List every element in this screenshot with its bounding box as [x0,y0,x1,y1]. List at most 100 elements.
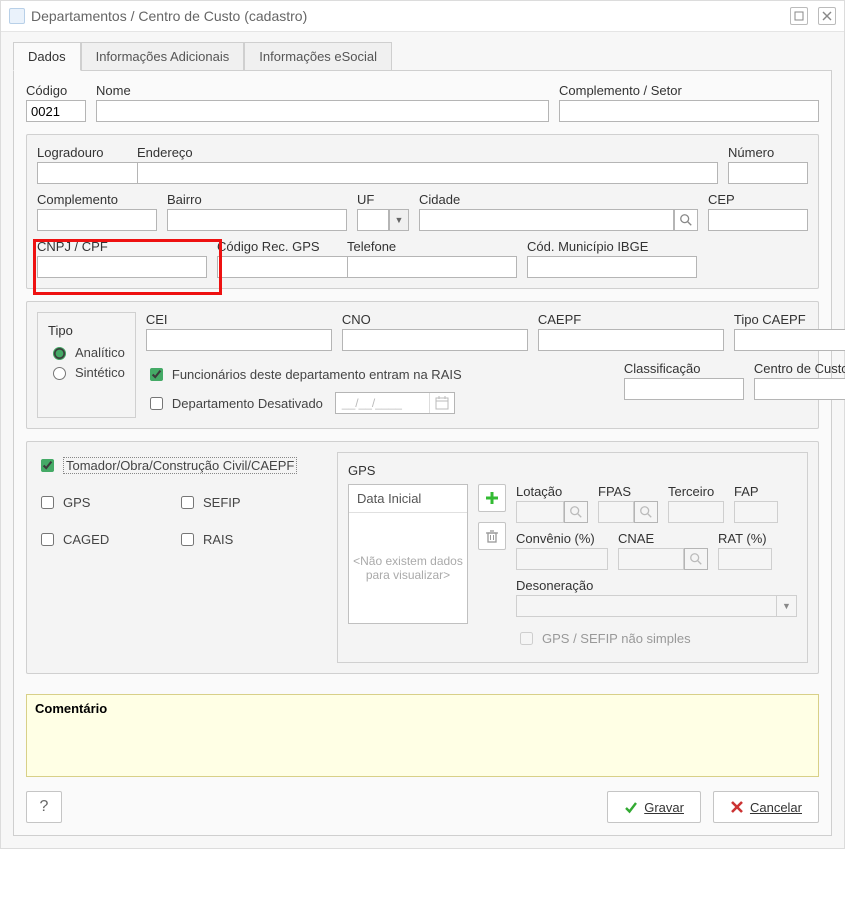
input-uf[interactable] [357,209,389,231]
label-terceiro: Terceiro [668,484,724,499]
label-desoneracao: Desoneração [516,578,797,593]
label-func-rais: Funcionários deste departamento entram n… [172,367,462,382]
label-analitico: Analítico [75,345,125,360]
label-depto-desativado: Departamento Desativado [172,396,323,411]
gravar-label: Gravar [644,800,684,815]
checkbox-tomador[interactable] [41,459,54,472]
label-rais: RAIS [203,532,233,547]
label-caged: CAGED [63,532,109,547]
label-cep: CEP [708,192,808,207]
input-telefone[interactable] [347,256,517,278]
label-gps: GPS [63,495,90,510]
tab-info-adicionais[interactable]: Informações Adicionais [81,42,245,71]
address-group: Logradouro Endereço Número [26,134,819,289]
checkbox-depto-desativado[interactable] [150,397,163,410]
label-centro-custo: Centro de Custo [754,361,845,376]
input-bairro[interactable] [167,209,347,231]
radio-sintetico[interactable] [53,367,66,380]
search-cnae-button [684,548,708,570]
label-endereco: Endereço [137,145,718,160]
label-comentario: Comentário [35,701,107,716]
input-complemento-setor[interactable] [559,100,819,122]
input-fpas [598,501,634,523]
search-icon [639,505,653,519]
input-tipo-caepf[interactable] [734,329,845,351]
input-numero[interactable] [728,162,808,184]
label-complemento: Complemento [37,192,157,207]
tab-panel-dados: Código Nome Complemento / Setor Logradou… [13,70,832,836]
checkbox-gps-sefip-nao-simples [520,632,533,645]
search-icon [679,213,693,227]
plus-icon [485,491,499,505]
help-button[interactable]: ? [26,791,62,823]
checkbox-caged[interactable] [41,533,54,546]
date-placeholder: __/__/____ [336,396,429,410]
x-icon [730,800,744,814]
input-convenio [516,548,608,570]
tab-info-esocial[interactable]: Informações eSocial [244,42,392,71]
comment-box[interactable]: Comentário [26,694,819,777]
input-caepf[interactable] [538,329,724,351]
label-gps-legend: GPS [348,463,797,478]
input-cno[interactable] [342,329,528,351]
restore-icon [794,11,804,21]
label-bairro: Bairro [167,192,347,207]
checkbox-sefip[interactable] [181,496,194,509]
cancelar-button[interactable]: Cancelar [713,791,819,823]
search-cidade-button[interactable] [674,209,698,231]
search-fpas-button [634,501,658,523]
input-desoneracao [516,595,777,617]
gps-list-pane: Data Inicial <Não existem dados para vis… [348,484,468,624]
input-classificacao[interactable] [624,378,744,400]
calendar-button[interactable] [429,393,454,413]
label-sintetico: Sintético [75,365,125,380]
input-codigo[interactable] [26,100,86,122]
checkbox-gps[interactable] [41,496,54,509]
label-classificacao: Classificação [624,361,744,376]
input-fap [734,501,778,523]
tab-dados[interactable]: Dados [13,42,81,71]
gravar-button[interactable]: Gravar [607,791,701,823]
close-window-button[interactable] [818,7,836,25]
input-complemento[interactable] [37,209,157,231]
input-lotacao [516,501,564,523]
label-tipo-caepf: Tipo CAEPF [734,312,845,327]
input-endereco[interactable] [137,162,718,184]
input-cnpj-cpf[interactable] [37,256,207,278]
input-cnae [618,548,684,570]
label-caepf: CAEPF [538,312,724,327]
label-cei: CEI [146,312,332,327]
input-cidade[interactable] [419,209,674,231]
window-title: Departamentos / Centro de Custo (cadastr… [31,8,307,24]
label-cidade: Cidade [419,192,698,207]
footer: ? Gravar Cancelar [26,777,819,823]
date-depto-desativado[interactable]: __/__/____ [335,392,455,414]
trash-icon [485,529,499,543]
dropdown-uf-button[interactable]: ▼ [389,209,409,231]
label-uf: UF [357,192,409,207]
input-nome[interactable] [96,100,549,122]
input-centro-custo[interactable] [754,378,845,400]
gps-subgroup: GPS Data Inicial <Não existem dados para… [337,452,808,663]
add-gps-button[interactable] [478,484,506,512]
gps-list-header: Data Inicial [349,485,467,513]
input-cei[interactable] [146,329,332,351]
tipo-group: Tipo Analítico Sintético [26,301,819,429]
label-cnae: CNAE [618,531,708,546]
label-sefip: SEFIP [203,495,241,510]
label-cno: CNO [342,312,528,327]
delete-gps-button[interactable] [478,522,506,550]
close-icon [822,11,832,21]
label-rat: RAT (%) [718,531,772,546]
label-lotacao: Lotação [516,484,588,499]
checkbox-rais[interactable] [181,533,194,546]
label-fap: FAP [734,484,778,499]
checkbox-func-rais[interactable] [150,368,163,381]
gps-list-empty: <Não existem dados para visualizar> [349,513,467,623]
label-codigo-rec-gps: Código Rec. GPS [217,239,337,254]
restore-button[interactable] [790,7,808,25]
radio-analitico[interactable] [53,347,66,360]
input-cep[interactable] [708,209,808,231]
input-cod-municipio-ibge[interactable] [527,256,697,278]
label-tipo: Tipo [48,323,125,338]
